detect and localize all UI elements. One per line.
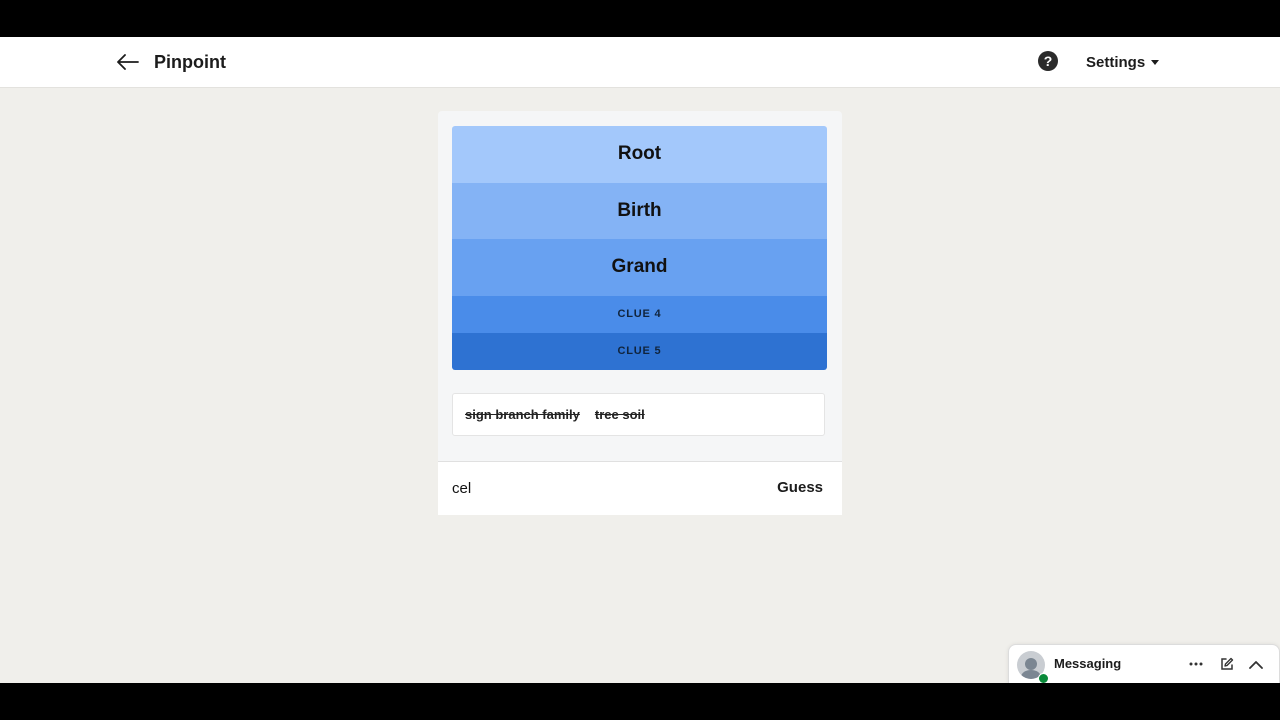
caret-down-icon <box>1151 59 1160 65</box>
page-title: Pinpoint <box>154 52 226 72</box>
clue-3: Grand <box>452 239 827 296</box>
compose-icon <box>1221 657 1234 670</box>
guess-input[interactable] <box>452 476 752 500</box>
presence-indicator <box>1038 673 1049 683</box>
game-card: Root Birth Grand CLUE 4 CLUE 5 sign bran… <box>438 111 842 515</box>
guess-button[interactable]: Guess <box>777 479 823 496</box>
messaging-bar[interactable]: Messaging <box>1008 644 1280 683</box>
more-options-button[interactable] <box>1186 654 1206 674</box>
clue-4: CLUE 4 <box>452 295 827 333</box>
guess-history: sign branch family tree soil <box>452 393 825 436</box>
wrong-guess: tree soil <box>594 407 645 422</box>
compose-button[interactable] <box>1217 654 1237 674</box>
chevron-up-icon <box>1249 660 1263 669</box>
settings-label: Settings <box>1086 53 1146 71</box>
back-button[interactable] <box>114 49 142 75</box>
ellipsis-icon <box>1189 662 1203 666</box>
arrow-left-icon <box>117 54 139 70</box>
settings-dropdown[interactable]: Settings <box>1086 52 1160 72</box>
guess-form: Guess <box>438 461 842 515</box>
clue-1: Root <box>452 126 827 183</box>
clue-5: CLUE 5 <box>452 332 827 370</box>
help-button[interactable]: ? <box>1038 51 1058 71</box>
collapse-button[interactable] <box>1246 654 1266 674</box>
clue-2: Birth <box>452 182 827 239</box>
question-circle-icon: ? <box>1043 53 1053 69</box>
clue-stack: Root Birth Grand CLUE 4 CLUE 5 <box>452 126 827 370</box>
messaging-label: Messaging <box>1054 656 1122 671</box>
top-nav: Pinpoint ? Settings <box>0 37 1280 88</box>
wrong-guess: sign branch family <box>465 407 580 422</box>
pinpoint-page: Pinpoint ? Settings Root Birth Grand CLU… <box>0 37 1280 683</box>
